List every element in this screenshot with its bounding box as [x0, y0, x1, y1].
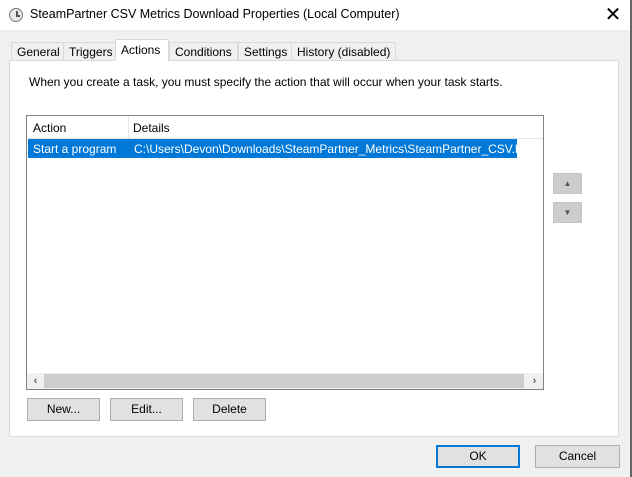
scroll-right-icon[interactable]: › — [526, 373, 543, 389]
new-button[interactable]: New... — [27, 398, 100, 421]
tab-general[interactable]: General — [11, 42, 66, 61]
horizontal-scrollbar[interactable]: ‹ › — [27, 373, 543, 389]
row-action: Start a program — [33, 142, 117, 156]
window-title: SteamPartner CSV Metrics Download Proper… — [30, 7, 400, 21]
column-header-details[interactable]: Details — [133, 121, 170, 135]
column-divider[interactable] — [128, 116, 129, 138]
column-header-action[interactable]: Action — [33, 121, 66, 135]
clock-icon — [9, 8, 23, 22]
delete-button[interactable]: Delete — [193, 398, 266, 421]
scrollbar-thumb[interactable] — [44, 374, 524, 388]
tab-actions[interactable]: Actions — [115, 39, 169, 61]
actions-list[interactable]: Action Details Start a program C:\Users\… — [26, 115, 544, 390]
row-details: C:\Users\Devon\Downloads\SteamPartner_Me… — [134, 142, 532, 156]
scroll-left-icon[interactable]: ‹ — [27, 373, 44, 389]
move-up-button[interactable]: ▲ — [553, 173, 582, 194]
actions-description: When you create a task, you must specify… — [29, 75, 503, 89]
cancel-button[interactable]: Cancel — [535, 445, 620, 468]
close-button[interactable]: ✕ — [598, 2, 628, 28]
title-bar: SteamPartner CSV Metrics Download Proper… — [0, 0, 630, 30]
tab-conditions[interactable]: Conditions — [169, 42, 238, 61]
list-header: Action Details — [27, 116, 543, 139]
ok-button[interactable]: OK — [436, 445, 520, 468]
tab-triggers[interactable]: Triggers — [63, 42, 119, 61]
tab-history[interactable]: History (disabled) — [291, 42, 397, 61]
table-row[interactable]: Start a program C:\Users\Devon\Downloads… — [28, 139, 532, 158]
edit-button[interactable]: Edit... — [110, 398, 183, 421]
move-down-button[interactable]: ▼ — [553, 202, 582, 223]
tab-settings[interactable]: Settings — [238, 42, 294, 61]
